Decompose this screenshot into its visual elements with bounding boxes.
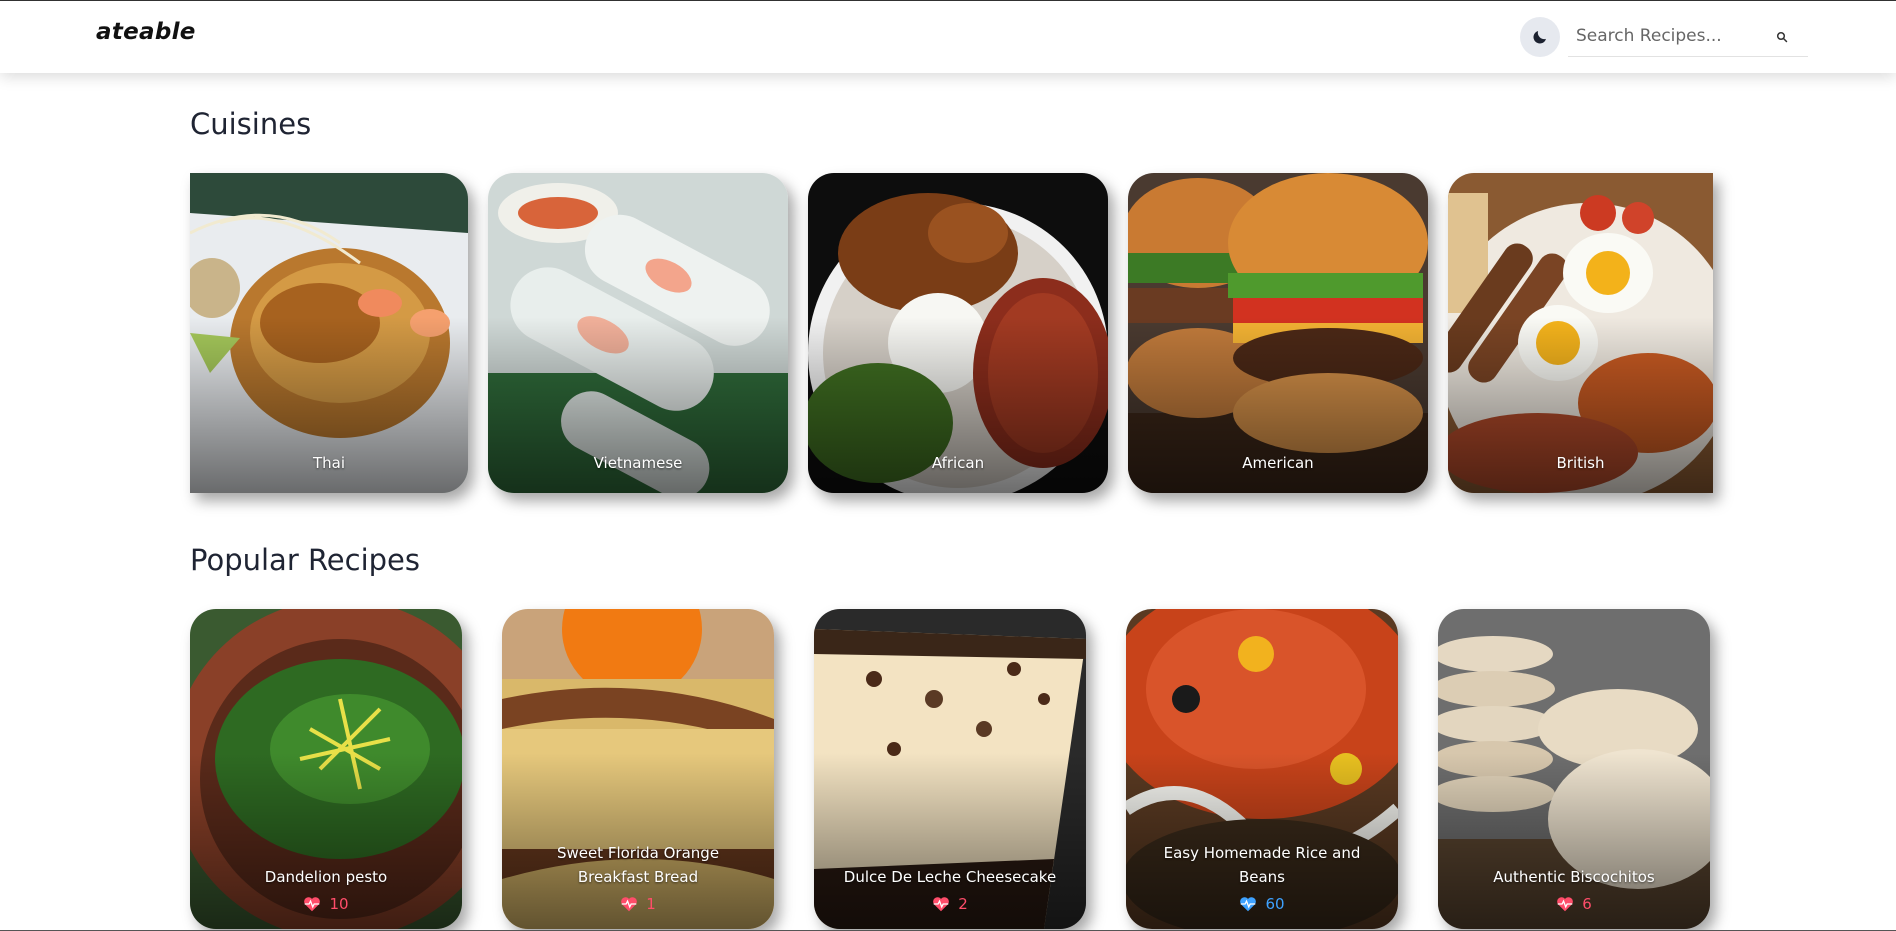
cuisine-label: British (1556, 454, 1605, 472)
recipe-card-biscochitos[interactable]: Authentic Biscochitos 6 (1438, 609, 1710, 929)
popular-recipes-heading: Popular Recipes (190, 543, 421, 577)
likes-count: 60 (1265, 895, 1285, 913)
cuisine-label: Vietnamese (593, 454, 683, 472)
likes-count: 2 (958, 895, 968, 913)
recipe-card-orange-bread[interactable]: Sweet Florida Orange Breakfast Bread 1 (502, 609, 774, 929)
search-bar (1568, 15, 1808, 57)
recipe-title: Dandelion pesto (264, 868, 388, 886)
recipe-title: Authentic Biscochitos (1493, 868, 1655, 886)
cuisine-card-american[interactable]: American (1128, 173, 1428, 493)
recipe-card-dandelion-pesto[interactable]: Dandelion pesto 10 (190, 609, 462, 929)
likes-count: 1 (646, 895, 656, 913)
heartbeat-icon (1240, 897, 1257, 912)
recipe-title: Dulce De Leche Cheesecake (843, 868, 1057, 886)
likes-counter: 60 (1126, 895, 1398, 913)
theme-toggle-button[interactable] (1520, 17, 1560, 57)
recipe-title: Easy Homemade Rice and Beans (1163, 844, 1361, 886)
moon-icon (1533, 31, 1546, 44)
likes-counter: 2 (814, 895, 1086, 913)
navbar: ateable (0, 1, 1896, 73)
cuisines-row: Thai Vietnamese African American British (190, 173, 1713, 493)
popular-recipes-row: Dandelion pesto 10 Sweet Florida Orange … (190, 609, 1710, 929)
cuisine-card-african[interactable]: African (808, 173, 1108, 493)
cuisine-label: American (1242, 454, 1314, 472)
cuisines-heading: Cuisines (190, 107, 312, 141)
cuisine-label: Thai (312, 454, 346, 472)
cuisine-card-thai[interactable]: Thai (190, 173, 468, 493)
search-icon[interactable] (1776, 31, 1788, 43)
likes-counter: 10 (190, 895, 462, 913)
recipe-card-cheesecake[interactable]: Dulce De Leche Cheesecake 2 (814, 609, 1086, 929)
likes-count: 10 (329, 895, 349, 913)
heartbeat-icon (1557, 897, 1574, 912)
recipe-title: Sweet Florida Orange Breakfast Bread (556, 844, 720, 886)
recipe-card-rice-and-beans[interactable]: Easy Homemade Rice and Beans 60 (1126, 609, 1398, 929)
logo[interactable]: ateable (96, 19, 196, 45)
heartbeat-icon (621, 897, 638, 912)
heartbeat-icon (304, 897, 321, 912)
cuisine-label: African (931, 454, 985, 472)
search-input[interactable] (1576, 23, 1776, 49)
likes-counter: 1 (502, 895, 774, 913)
cuisine-card-vietnamese[interactable]: Vietnamese (488, 173, 788, 493)
heartbeat-icon (933, 897, 950, 912)
cuisine-card-british[interactable]: British (1448, 173, 1713, 493)
likes-count: 6 (1582, 895, 1592, 913)
likes-counter: 6 (1438, 895, 1710, 913)
